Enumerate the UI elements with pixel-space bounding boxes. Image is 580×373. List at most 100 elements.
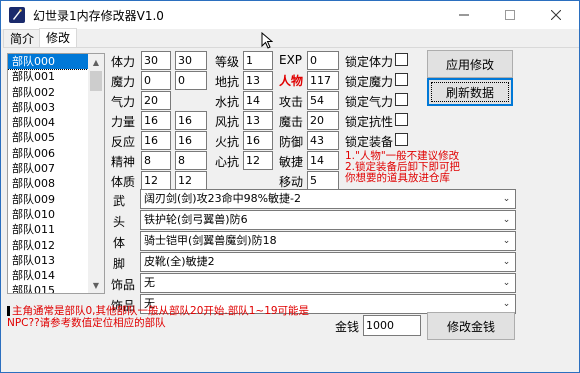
refresh-button[interactable]: 刷新数据: [427, 78, 513, 106]
huokang-field[interactable]: 16: [243, 131, 273, 150]
fanying-current-field[interactable]: 16: [141, 131, 171, 150]
tili-max-field[interactable]: 30: [175, 51, 207, 70]
lock-sp-checkbox[interactable]: [395, 93, 408, 106]
equip-body-label: 体: [113, 236, 126, 250]
lock-equip-label: 锁定装备: [345, 135, 394, 149]
fengkang-field[interactable]: 13: [243, 111, 273, 130]
list-item[interactable]: 部队011: [8, 222, 90, 237]
xinkang-field[interactable]: 12: [243, 151, 273, 170]
lock-hp-checkbox[interactable]: [395, 53, 408, 66]
dengji-field[interactable]: 1: [243, 51, 273, 70]
lock-hp-label: 锁定体力: [345, 55, 394, 69]
dikang-label: 地抗: [215, 75, 240, 89]
equip-weapon-label: 武: [113, 194, 126, 208]
dikang-field[interactable]: 13: [243, 71, 273, 90]
equip-head-select[interactable]: 铁护轮(剑弓翼兽)防6 ⌄: [140, 210, 516, 230]
list-item[interactable]: 部队008: [8, 176, 90, 191]
huokang-label: 火抗: [215, 135, 240, 149]
gongji-label: 攻击: [279, 95, 304, 109]
tizhi-current-field[interactable]: 12: [141, 171, 171, 190]
list-item[interactable]: 部队012: [8, 238, 90, 253]
list-item[interactable]: 部队005: [8, 130, 90, 145]
equip-accessory1-select[interactable]: 无 ⌄: [140, 273, 516, 293]
qili-field[interactable]: 20: [141, 91, 171, 110]
jingshen-max-field[interactable]: 8: [175, 151, 207, 170]
list-item[interactable]: 部队004: [8, 115, 90, 130]
yidong-label: 移动: [279, 175, 304, 189]
moli-label: 魔力: [111, 75, 136, 89]
moli-current-field[interactable]: 0: [141, 71, 171, 90]
bottom-note-line-2: NPC??请参考数值定位相应的部队: [7, 317, 166, 329]
chevron-down-icon[interactable]: ⌄: [498, 190, 515, 208]
bottom-note: 主角通常是部队0,其他部队一般从部队20开始.部队1~19可能是 NPC??请参…: [7, 305, 337, 329]
chevron-down-icon[interactable]: ⌄: [498, 253, 515, 271]
liliang-current-field[interactable]: 16: [141, 111, 171, 130]
jingshen-current-field[interactable]: 8: [141, 151, 171, 170]
moji-field[interactable]: 20: [307, 111, 339, 130]
minjie-field[interactable]: 14: [307, 151, 339, 170]
list-item[interactable]: 部队010: [8, 207, 90, 222]
list-item[interactable]: 部队000: [8, 54, 91, 71]
liliang-max-field[interactable]: 16: [175, 111, 207, 130]
modify-money-button[interactable]: 修改金钱: [427, 312, 515, 340]
list-scrollbar[interactable]: ▲ ▼: [88, 54, 104, 293]
title-bar: 幻世录1内存修改器V1.0: [1, 1, 579, 29]
fanying-max-field[interactable]: 16: [175, 131, 207, 150]
window-title: 幻世录1内存修改器V1.0: [33, 9, 164, 23]
equip-body-value: 骑士铠甲(剑翼兽魔剑)防18: [144, 234, 277, 247]
yidong-field[interactable]: 5: [307, 171, 339, 190]
apply-button[interactable]: 应用修改: [427, 50, 513, 78]
moli-max-field[interactable]: 0: [175, 71, 207, 90]
app-icon: [9, 7, 25, 23]
equip-body-select[interactable]: 骑士铠甲(剑翼兽魔剑)防18 ⌄: [140, 231, 516, 251]
unit-list: 部队000 部队001 部队002 部队003 部队004 部队005 部队00…: [8, 54, 91, 293]
fangyu-field[interactable]: 43: [307, 131, 339, 150]
list-item[interactable]: 部队001: [8, 69, 90, 84]
lock-mp-checkbox[interactable]: [395, 73, 408, 86]
renwu-field[interactable]: 117: [307, 71, 339, 90]
chevron-down-icon[interactable]: ⌄: [498, 211, 515, 229]
chevron-down-icon[interactable]: ⌄: [498, 232, 515, 250]
list-item[interactable]: 部队002: [8, 85, 90, 100]
chevron-down-icon[interactable]: ⌄: [498, 295, 515, 313]
list-item[interactable]: 部队007: [8, 161, 90, 176]
lock-mp-label: 锁定魔力: [345, 75, 394, 89]
list-item[interactable]: 部队015: [8, 283, 90, 293]
equip-accessory1-label: 饰品: [111, 278, 136, 292]
maximize-icon: [505, 10, 515, 20]
jingshen-label: 精神: [111, 155, 136, 169]
unit-listbox[interactable]: 部队000 部队001 部队002 部队003 部队004 部队005 部队00…: [7, 53, 105, 294]
liliang-label: 力量: [111, 115, 136, 129]
scroll-thumb[interactable]: [90, 71, 102, 91]
fanying-label: 反应: [111, 135, 136, 149]
tab-modify[interactable]: 修改: [39, 28, 78, 48]
lock-equip-checkbox[interactable]: [395, 133, 408, 146]
equip-foot-select[interactable]: 皮靴(全)敏捷2 ⌄: [140, 252, 516, 272]
list-item[interactable]: 部队013: [8, 253, 90, 268]
minimize-button[interactable]: [441, 1, 487, 29]
scroll-up-icon[interactable]: ▲: [88, 54, 104, 70]
equip-weapon-select[interactable]: 阔刃剑(剑)攻23命中98%敏捷-2 ⌄: [140, 189, 516, 209]
tizhi-max-field[interactable]: 12: [175, 171, 207, 190]
mouse-cursor-icon: [261, 32, 273, 49]
gongji-field[interactable]: 54: [307, 91, 339, 110]
maximize-button[interactable]: [487, 1, 533, 29]
modify-panel: 部队000 部队001 部队002 部队003 部队004 部队005 部队00…: [3, 32, 579, 372]
tili-current-field[interactable]: 30: [141, 51, 171, 70]
close-button[interactable]: [533, 1, 579, 29]
money-field[interactable]: 1000: [363, 315, 421, 336]
exp-field[interactable]: 0: [307, 51, 339, 70]
list-item[interactable]: 部队006: [8, 146, 90, 161]
fengkang-label: 风抗: [215, 115, 240, 129]
list-item[interactable]: 部队009: [8, 192, 90, 207]
list-item[interactable]: 部队003: [8, 100, 90, 115]
chevron-down-icon[interactable]: ⌄: [498, 274, 515, 292]
qili-label: 气力: [111, 95, 136, 109]
lock-resist-checkbox[interactable]: [395, 113, 408, 126]
scroll-down-icon[interactable]: ▼: [88, 277, 104, 293]
tab-intro[interactable]: 简介: [3, 29, 42, 47]
money-label: 金钱: [335, 320, 360, 334]
list-item[interactable]: 部队014: [8, 268, 90, 283]
note-line-3: 你想要的道具放进仓库: [345, 172, 450, 184]
shuikang-field[interactable]: 14: [243, 91, 273, 110]
